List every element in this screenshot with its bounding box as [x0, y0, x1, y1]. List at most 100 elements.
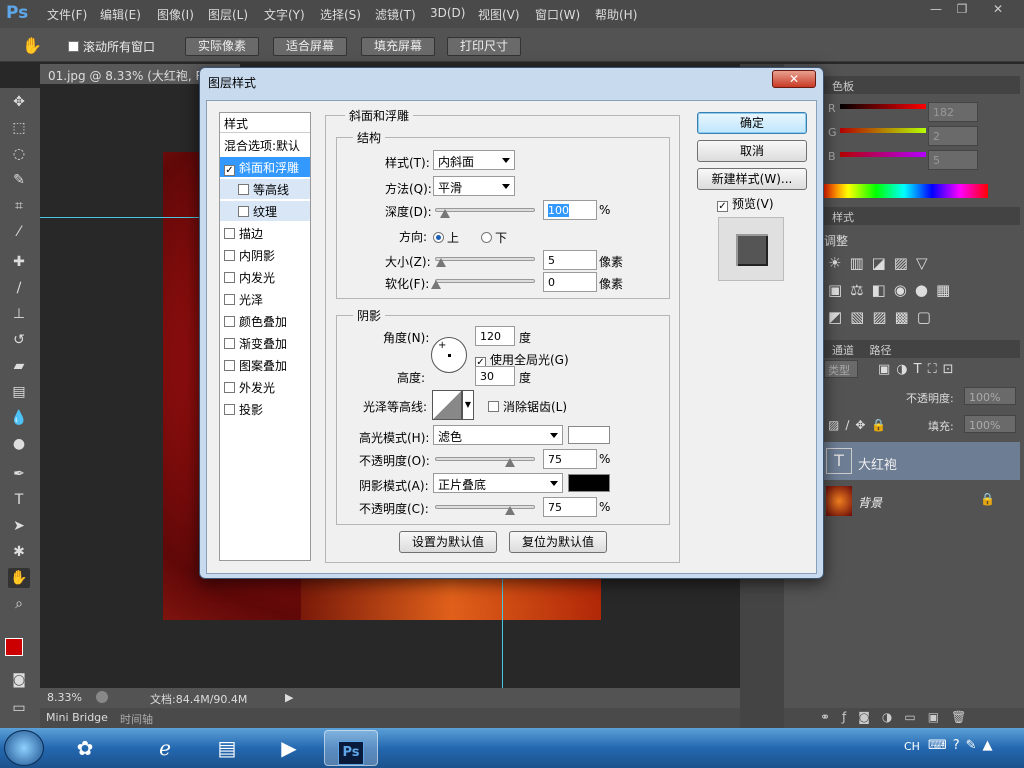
shape-tool-icon[interactable]: ✱: [8, 542, 30, 562]
internet-explorer-icon[interactable]: ℯ: [138, 730, 192, 766]
history-brush-tool-icon[interactable]: ↺: [8, 330, 30, 350]
menu-select[interactable]: 选择(S): [320, 6, 361, 23]
crop-tool-icon[interactable]: ⌗: [8, 196, 30, 216]
size-slider-knob[interactable]: [436, 258, 446, 267]
checkbox-icon[interactable]: [238, 184, 249, 195]
depth-slider-knob[interactable]: [440, 209, 450, 218]
angle-input[interactable]: 120: [475, 326, 515, 346]
tab-swatches[interactable]: 色板: [824, 76, 1020, 94]
gradient-tool-icon[interactable]: ▤: [8, 382, 30, 402]
layer-filter-icons[interactable]: ▣◑T⛶⊡: [878, 362, 960, 377]
menu-type[interactable]: 文字(Y): [264, 6, 305, 23]
shadow-mode-select[interactable]: 正片叠底: [433, 473, 563, 493]
shadow-opacity-slider[interactable]: [435, 505, 535, 509]
menu-image[interactable]: 图像(I): [157, 6, 194, 23]
green-slider[interactable]: [840, 128, 926, 133]
highlight-mode-select[interactable]: 滤色: [433, 425, 563, 445]
media-player-icon[interactable]: ▶: [262, 730, 316, 766]
altitude-input[interactable]: 30: [475, 366, 515, 386]
print-size-button[interactable]: 打印尺寸: [447, 37, 521, 56]
reset-default-button[interactable]: 复位为默认值: [509, 531, 607, 553]
soften-input[interactable]: 0: [543, 272, 597, 292]
fit-screen-button[interactable]: 适合屏幕: [273, 37, 347, 56]
adjustment-icons-row1[interactable]: ☀▥◪▨▽: [828, 254, 936, 272]
photoshop-taskbar-icon[interactable]: Ps: [324, 730, 378, 766]
style-list-item[interactable]: ✓ 斜面和浮雕: [220, 157, 310, 177]
checkbox-icon[interactable]: [224, 316, 235, 327]
layers-bottom-icons[interactable]: ⚭ƒ◙◑▭▣🗑: [784, 708, 1024, 728]
style-list-item[interactable]: 图案叠加: [220, 355, 310, 375]
status-arrow-icon[interactable]: ▶: [285, 691, 293, 704]
highlight-opacity-knob[interactable]: [505, 458, 515, 467]
minimize-button[interactable]: —: [922, 2, 950, 20]
layer-filter-select[interactable]: 类型: [824, 360, 858, 378]
type-tool-icon[interactable]: T: [8, 490, 30, 510]
blur-tool-icon[interactable]: 💧: [8, 408, 30, 428]
screen-mode-icon[interactable]: ▭: [8, 698, 30, 718]
layer-row-text[interactable]: T 大红袍: [820, 442, 1020, 480]
anti-aliased-checkbox[interactable]: 消除锯齿(L): [488, 398, 567, 415]
healing-tool-icon[interactable]: ✚: [8, 252, 30, 272]
scroll-all-windows-checkbox[interactable]: 滚动所有窗口: [68, 38, 155, 55]
opacity-field[interactable]: 100%: [964, 387, 1016, 405]
depth-input[interactable]: 100: [543, 200, 597, 220]
menu-layer[interactable]: 图层(L): [208, 6, 248, 23]
tab-channels[interactable]: 通道: [832, 344, 854, 357]
color-spectrum[interactable]: [820, 184, 988, 198]
stamp-tool-icon[interactable]: ⊥: [8, 304, 30, 324]
style-list-item[interactable]: 渐变叠加: [220, 333, 310, 353]
marquee-tool-icon[interactable]: ⬚: [8, 118, 30, 138]
quick-mask-icon[interactable]: ◙: [8, 670, 30, 690]
fill-screen-button[interactable]: 填充屏幕: [361, 37, 435, 56]
eraser-tool-icon[interactable]: ▰: [8, 356, 30, 376]
checkbox-icon[interactable]: [224, 404, 235, 415]
taskbar-app-icon[interactable]: ✿: [58, 730, 112, 766]
blue-value[interactable]: 5: [928, 150, 978, 170]
style-list-item[interactable]: 光泽: [220, 289, 310, 309]
size-input[interactable]: 5: [543, 250, 597, 270]
dialog-close-button[interactable]: ✕: [772, 70, 816, 88]
hand-tool-icon[interactable]: ✋: [22, 36, 42, 55]
checkbox-icon[interactable]: [224, 272, 235, 283]
cancel-button[interactable]: 取消: [697, 140, 807, 162]
gloss-contour-dropdown-icon[interactable]: ▼: [462, 390, 474, 420]
lasso-tool-icon[interactable]: ◌: [8, 144, 30, 164]
checkbox-icon[interactable]: [224, 360, 235, 371]
move-tool-icon[interactable]: ✥: [8, 92, 30, 112]
menu-filter[interactable]: 滤镜(T): [375, 6, 416, 23]
menu-view[interactable]: 视图(V): [478, 6, 520, 23]
start-button[interactable]: [4, 730, 44, 766]
close-app-button[interactable]: ✕: [984, 2, 1012, 20]
depth-slider[interactable]: [435, 208, 535, 212]
fill-field[interactable]: 100%: [964, 415, 1016, 433]
direction-up-radio[interactable]: 上: [433, 229, 459, 246]
adjustment-icons-row2[interactable]: ▣⚖◧◉●▦: [828, 281, 958, 299]
checkbox-checked-icon[interactable]: ✓: [224, 165, 235, 176]
tab-mini-bridge[interactable]: Mini Bridge: [46, 711, 108, 724]
lock-icons[interactable]: ▨∕✥🔒: [828, 418, 892, 432]
menu-window[interactable]: 窗口(W): [535, 6, 580, 23]
ok-button[interactable]: 确定: [697, 112, 807, 134]
tab-paths[interactable]: 路径: [870, 344, 892, 357]
soften-slider[interactable]: [435, 279, 535, 283]
checkbox-icon[interactable]: [224, 382, 235, 393]
layer-row-background[interactable]: 背景 🔒: [820, 482, 1020, 520]
new-style-button[interactable]: 新建样式(W)...: [697, 168, 807, 190]
green-value[interactable]: 2: [928, 126, 978, 146]
shadow-opacity-knob[interactable]: [505, 506, 515, 515]
style-list-item[interactable]: 描边: [220, 223, 310, 243]
hand-tool-selected-icon[interactable]: ✋: [8, 568, 30, 588]
style-list-item[interactable]: 内发光: [220, 267, 310, 287]
menu-help[interactable]: 帮助(H): [595, 6, 637, 23]
technique-select[interactable]: 平滑: [433, 176, 515, 196]
checkbox-icon[interactable]: [224, 294, 235, 305]
direction-down-radio[interactable]: 下: [481, 229, 507, 246]
actual-pixels-button[interactable]: 实际像素: [185, 37, 259, 56]
make-default-button[interactable]: 设置为默认值: [399, 531, 497, 553]
style-list-item[interactable]: 外发光: [220, 377, 310, 397]
style-list-item[interactable]: 内阴影: [220, 245, 310, 265]
highlight-opacity-slider[interactable]: [435, 457, 535, 461]
highlight-color-swatch[interactable]: [568, 426, 610, 444]
checkbox-icon[interactable]: [224, 338, 235, 349]
style-list-item[interactable]: 纹理: [220, 201, 310, 221]
